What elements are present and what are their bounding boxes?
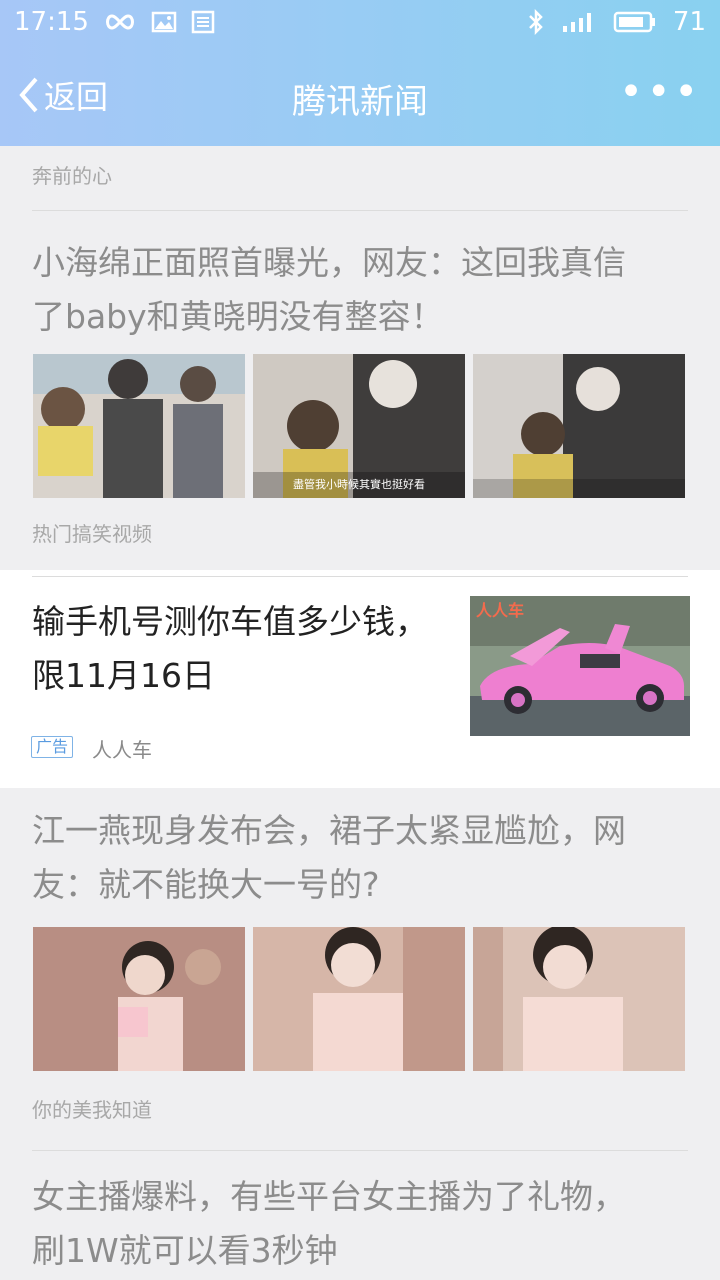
ad-logo: 人人车 bbox=[476, 601, 524, 620]
article-image[interactable] bbox=[473, 354, 685, 498]
article-image[interactable] bbox=[33, 354, 245, 498]
news-item[interactable]: 女主播爆料，有些平台女主播为了礼物，刷1W就可以看3秒钟 bbox=[0, 1146, 720, 1280]
article-image[interactable]: 盡管我小時候其實也挺好看 bbox=[253, 354, 465, 498]
notes-icon bbox=[191, 10, 215, 34]
ad-badge: 广告 bbox=[31, 736, 74, 758]
news-feed[interactable]: 奔前的心 小海绵正面照首曝光，网友：这回我真信了baby和黄晓明没有整容！ 盡管… bbox=[0, 146, 720, 1280]
article-image[interactable] bbox=[253, 927, 465, 1071]
ad-title[interactable]: 输手机号测你车值多少钱，限11月16日 bbox=[32, 595, 432, 703]
article-image[interactable] bbox=[473, 927, 685, 1071]
nav-bar: 返回 腾讯新闻 ••• bbox=[0, 44, 720, 146]
ad-image[interactable]: 人人车 bbox=[470, 596, 690, 736]
battery-icon bbox=[613, 11, 655, 33]
status-bar: 17:15 71 bbox=[0, 0, 720, 44]
clock: 17:15 bbox=[14, 7, 89, 37]
ad-item[interactable]: 输手机号测你车值多少钱，限11月16日 广告 人人车 人人车 bbox=[0, 570, 720, 788]
divider bbox=[32, 576, 688, 577]
infinity-icon bbox=[105, 14, 134, 30]
article-source: 你的美我知道 bbox=[32, 1098, 152, 1122]
page-title: 腾讯新闻 bbox=[292, 82, 428, 122]
battery-level: 71 bbox=[672, 7, 706, 37]
news-item[interactable]: 江一燕现身发布会，裙子太紧显尴尬，网友：就不能换大一号的? 你的美我知道 bbox=[0, 788, 720, 1146]
article-image[interactable] bbox=[33, 927, 245, 1071]
article-source: 奔前的心 bbox=[32, 164, 112, 188]
article-title[interactable]: 女主播爆料，有些平台女主播为了礼物，刷1W就可以看3秒钟 bbox=[32, 1170, 652, 1278]
more-menu-icon[interactable]: ••• bbox=[619, 72, 702, 112]
news-item[interactable]: 小海绵正面照首曝光，网友：这回我真信了baby和黄晓明没有整容！ 盡管我小時候其… bbox=[0, 212, 720, 570]
image-caption: 盡管我小時候其實也挺好看 bbox=[293, 477, 425, 491]
article-title[interactable]: 小海绵正面照首曝光，网友：这回我真信了baby和黄晓明没有整容！ bbox=[32, 236, 652, 344]
article-title[interactable]: 江一燕现身发布会，裙子太紧显尴尬，网友：就不能换大一号的? bbox=[32, 804, 652, 912]
article-source: 热门搞笑视频 bbox=[32, 522, 152, 546]
image-icon bbox=[151, 11, 177, 33]
divider bbox=[32, 1150, 688, 1151]
bluetooth-icon bbox=[529, 9, 543, 35]
ad-source: 人人车 bbox=[92, 738, 152, 762]
divider bbox=[32, 210, 688, 211]
signal-icon bbox=[562, 13, 591, 32]
